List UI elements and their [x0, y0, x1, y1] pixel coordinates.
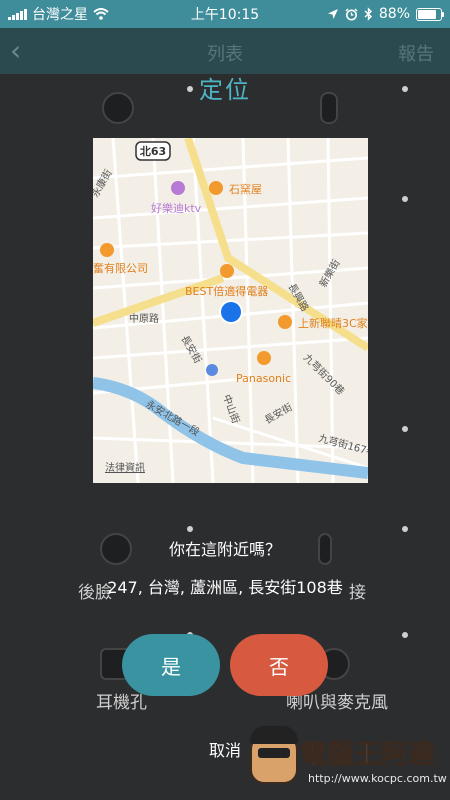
poi-ktv-label: 好樂迪ktv [151, 201, 202, 215]
poi-panasonic-label: Panasonic [236, 372, 291, 385]
watermark-url: http://www.kocpc.com.tw [308, 772, 447, 785]
background-title: 列表 [207, 44, 243, 65]
dialog-address: 247, 台灣, 蘆洲區, 長安街108巷 [107, 578, 343, 597]
location-map[interactable]: 北63 好樂迪ktv 石窯屋 奮有限公司 BEST倍適得電器 上新聯晴3C家 P… [93, 138, 368, 483]
status-dot [402, 426, 408, 432]
bluetooth-icon [364, 7, 372, 21]
map-legal-link[interactable]: 法律資訊 [105, 461, 145, 474]
poi-restaurant-icon[interactable] [209, 181, 223, 195]
watermark-mascot-icon [250, 726, 298, 784]
wifi-icon [93, 8, 109, 20]
status-dot [402, 526, 408, 532]
status-dot [187, 526, 193, 532]
background-report-button: 報告 [398, 44, 434, 65]
poi-shangxin-label: 上新聯晴3C家 [298, 316, 368, 330]
no-button[interactable]: 否 [230, 634, 328, 696]
battery-level [418, 9, 436, 19]
battery-percent: 88% [378, 6, 410, 22]
current-location-dot [221, 302, 241, 322]
parking-icon [206, 364, 218, 376]
dialog-question: 你在這附近嗎？ [168, 540, 281, 559]
watermark: 電腦王阿達 http://www.kocpc.com.tw [250, 726, 447, 794]
poi-company-label: 奮有限公司 [93, 261, 148, 275]
watermark-brand: 電腦王阿達 [299, 740, 436, 771]
location-arrow-icon [327, 9, 338, 19]
alarm-icon [345, 8, 358, 20]
road-label: 中原路 [129, 312, 159, 325]
poi-panasonic-icon[interactable] [257, 351, 271, 365]
poi-restaurant-label: 石窯屋 [229, 182, 262, 196]
poi-best-icon[interactable] [220, 264, 234, 278]
poi-shangxin-icon[interactable] [278, 315, 292, 329]
poi-company-icon[interactable] [100, 243, 114, 257]
carrier-label: 台灣之星 [32, 7, 88, 23]
map-canvas[interactable]: 北63 好樂迪ktv 石窯屋 奮有限公司 BEST倍適得電器 上新聯晴3C家 P… [93, 138, 368, 483]
status-dot [402, 196, 408, 202]
status-bar: 台灣之星 上午10:15 88% [0, 0, 450, 28]
poi-ktv-icon[interactable] [171, 181, 185, 195]
signal-icon [8, 8, 27, 20]
battery-icon [416, 7, 444, 21]
status-right: 88% [327, 6, 450, 22]
poi-best-label: BEST倍適得電器 [185, 284, 268, 298]
background-nav-bar: ‹ 列表 報告 [0, 28, 450, 74]
dialog-title: 定位 [199, 76, 251, 104]
yes-button[interactable]: 是 [122, 634, 220, 696]
status-left: 台灣之星 [0, 4, 109, 24]
route-shield-label: 北63 [140, 144, 166, 158]
status-dot [402, 632, 408, 638]
